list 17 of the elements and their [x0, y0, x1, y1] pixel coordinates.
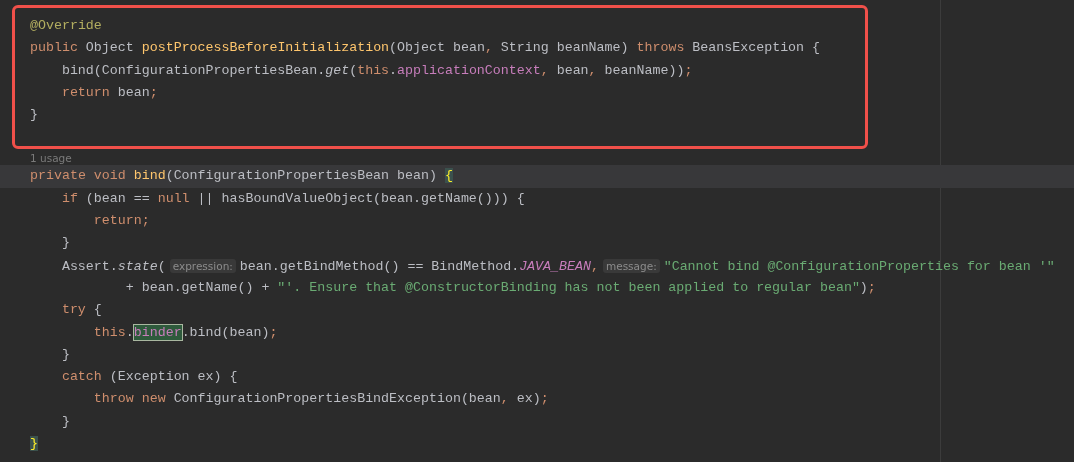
usage-hint[interactable]: 1 usage: [30, 151, 72, 166]
code-line: try {: [60, 301, 103, 320]
code-line: throw new ConfigurationPropertiesBindException(bean, ex);: [92, 390, 550, 409]
code-line: @Override: [30, 17, 103, 35]
code-line: }: [60, 234, 71, 253]
code-line: }: [30, 106, 39, 125]
code-line: public Object postProcessBeforeInitialization(Object bean, String beanName) throws BeansException {: [30, 39, 822, 58]
code-line: return;: [92, 212, 151, 231]
code-line: Assert.state( expression: bean.getBindMethod() == BindMethod.JAVA_BEAN, message: "Cannot bind @ConfigurationProperties for bean '": [60, 257, 1056, 276]
code-line: + bean.getName() + "'. Ensure that @ConstructorBinding has not been applied to regular bean");: [124, 278, 877, 297]
code-line: bind(ConfigurationPropertiesBean.get(this.applicationContext, bean, beanName));: [60, 61, 694, 80]
code-line: }: [60, 412, 71, 431]
code-line: catch (Exception ex) {: [60, 368, 239, 387]
code-line: this.binder.bind(bean);: [92, 323, 279, 342]
code-line: return bean;: [60, 83, 159, 102]
code-line: if (bean == null || hasBoundValueObject(bean.getName())) {: [60, 189, 526, 208]
code-line: }: [60, 345, 71, 364]
